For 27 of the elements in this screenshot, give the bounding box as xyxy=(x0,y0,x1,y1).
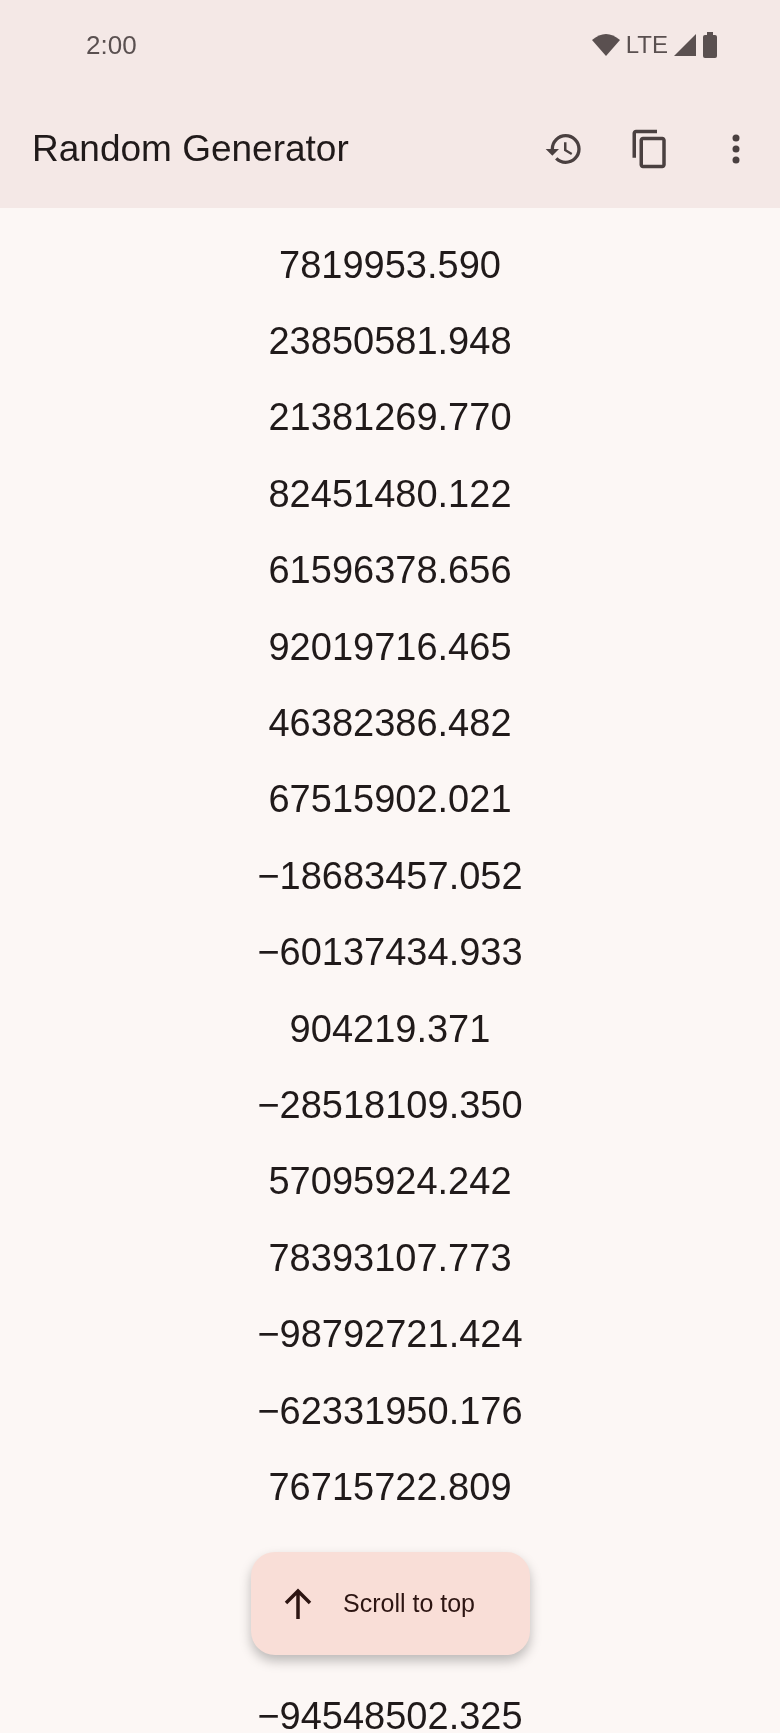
battery-icon xyxy=(702,32,718,58)
scroll-to-top-button[interactable]: Scroll to top xyxy=(251,1552,530,1655)
number-value: 76715722.809 xyxy=(268,1464,512,1510)
number-value: −60137434.933 xyxy=(257,930,523,976)
number-value: −62331950.176 xyxy=(257,1388,523,1434)
number-value: 78393107.773 xyxy=(268,1235,512,1281)
signal-icon xyxy=(674,34,696,56)
number-value: 82451480.122 xyxy=(268,471,512,517)
number-value: 92019716.465 xyxy=(268,624,512,670)
number-value: 46382386.482 xyxy=(268,701,512,747)
number-value: −18683457.052 xyxy=(257,853,523,899)
number-value: 23850581.948 xyxy=(268,319,512,365)
wifi-icon xyxy=(591,34,620,56)
status-time: 2:00 xyxy=(86,28,137,62)
number-value: 904219.371 xyxy=(289,1006,491,1052)
number-value: −28518109.350 xyxy=(257,1083,523,1128)
number-value: −98792721.424 xyxy=(257,1312,523,1358)
number-value: 21381269.770 xyxy=(268,395,512,441)
number-value: −94548502.325 xyxy=(257,1694,523,1733)
network-type: LTE xyxy=(625,30,668,60)
number-value: 67515902.021 xyxy=(268,777,512,823)
number-value: 57095924.242 xyxy=(268,1159,512,1205)
app-title: Random Generator xyxy=(32,127,350,172)
number-value: 7819953.590 xyxy=(279,242,501,288)
arrow-up-icon xyxy=(283,1587,313,1620)
menu-icon xyxy=(731,134,741,164)
number-value: 61596378.656 xyxy=(268,548,512,594)
